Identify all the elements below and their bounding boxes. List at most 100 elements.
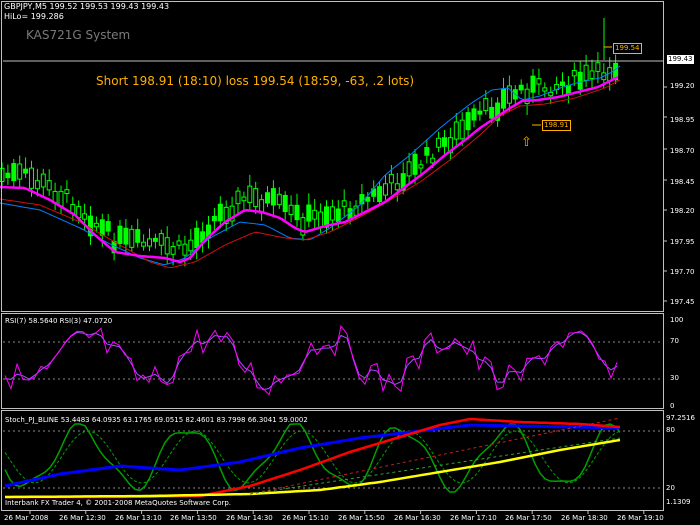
candle-body [471,108,477,121]
candle-body [436,137,442,148]
rsi-3-line [4,331,618,391]
stop-price-tag: 199.54 [613,43,642,54]
candle-body [577,71,583,90]
candle-body [282,194,288,213]
rsi-axis-label: 100 [670,316,684,324]
price-axis-label: 198.95 [670,116,695,124]
entry-arrow-icon: ⇧ [521,135,532,150]
candle-body [424,147,430,156]
candle-body [548,91,554,97]
candle-body [270,188,276,206]
price-axis-label: 198.45 [670,178,695,186]
time-axis-label: 26 Mar 17:10 [450,514,497,522]
candle-body [412,153,418,175]
candle-body [23,168,29,174]
system-label: KAS721G System [26,28,131,42]
candle-body [459,119,465,140]
price-axis-label: 197.95 [670,238,695,246]
time-axis-label: 26 Mar 13:10 [115,514,162,522]
candle-body [341,200,347,207]
candle-body [595,62,601,72]
candle-body [312,209,318,220]
candle-body [265,192,270,204]
candle-body [93,222,99,228]
candle-body [11,163,17,182]
candle-body [288,204,294,215]
candle-body [164,237,170,255]
time-axis-label: 26 Mar 16:30 [394,514,441,522]
candle-body [418,164,424,169]
candle-body [158,233,164,246]
candle-body [182,243,188,256]
candle-body [388,173,394,184]
stochastic-pane [3,417,663,499]
candle-body [82,213,88,220]
price-axis-label: 197.70 [670,268,695,276]
candle-body [46,180,52,191]
candle-body [40,173,46,188]
candle-body [141,241,147,247]
time-axis-label: 26 Mar 15:50 [338,514,385,522]
time-axis-label: 26 Mar 2008 [4,514,49,522]
time-axis-label: 26 Mar 17:50 [505,514,552,522]
time-axis-label: 26 Mar 12:30 [59,514,106,522]
candle-body [147,238,152,247]
candle-body [589,70,595,79]
symbol-header: GBPJPY,M5 199.52 199.53 199.43 199.43 [4,2,170,11]
rsi-axis-label: 70 [670,337,679,345]
candle-body [58,190,64,207]
candle-body [383,183,388,196]
candle-body [542,87,548,92]
time-axis-label: 26 Mar 15:10 [282,514,329,522]
candle-body [241,196,247,202]
candle-body [406,161,412,177]
stoch-red-line [5,417,621,499]
candle-body [5,172,11,179]
copyright-notice: Interbank FX Trader 4, © 2001-2008 MetaQ… [5,499,232,507]
time-axis-label: 26 Mar 14:30 [226,514,273,522]
current-price-tag: 199.43 [667,55,694,64]
candle-body [235,190,241,205]
entry-price-tag: 198.91 [542,120,571,131]
candle-body [335,208,341,222]
rsi-pane [3,324,663,396]
candle-body [217,203,223,222]
candle-body [123,227,129,245]
candle-body [253,188,259,208]
candle-body [329,206,335,221]
candle-body [442,137,447,147]
moving-average-magenta [0,75,619,264]
candle-body [99,219,105,236]
main-pane-frame [1,1,664,312]
candle-body [129,228,135,248]
main-price-pane [0,18,663,269]
candle-body [430,157,436,164]
candle-body [17,163,23,180]
stochastic-axis-label: 20 [666,484,675,492]
candle-body [518,84,524,91]
candle-body [571,69,577,77]
candle-body [247,185,253,203]
candle-body [135,229,141,243]
candle-body [152,237,158,242]
candle-body [394,183,400,191]
price-axis-label: 198.20 [670,207,695,215]
time-axis-label: 26 Mar 18:30 [561,514,608,522]
candle-body [194,227,200,249]
time-axis-label: 26 Mar 13:50 [170,514,217,522]
candle-body [560,81,565,87]
stochastic-axis-label: 80 [666,426,675,434]
candle-body [188,239,194,252]
candle-body [211,215,217,222]
rsi-axis-label: 30 [670,374,679,382]
candle-body [34,180,40,190]
candle-body [276,193,282,206]
stochastic-axis-label: 1.1309 [666,498,691,506]
price-axis-label: 198.70 [670,147,695,155]
candle-body [536,78,542,85]
candle-body [377,186,383,203]
rsi-7-line [4,324,618,396]
candle-body [117,225,123,244]
hilo-label: HiLo= 199.286 [4,12,64,21]
candle-body [294,204,300,221]
